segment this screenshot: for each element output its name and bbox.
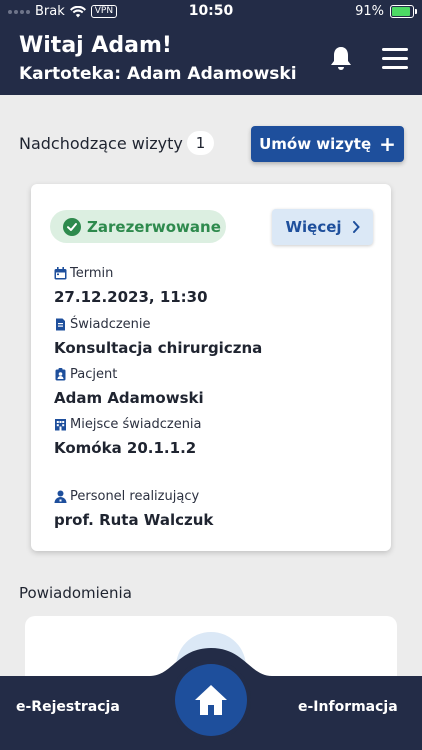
status-label: Zarezerwowane: [87, 217, 221, 236]
field-label-patient: Pacjent: [54, 367, 117, 382]
upcoming-count-badge: 1: [187, 131, 214, 155]
field-label-date: Termin: [54, 266, 113, 281]
location-label: Miejsce świadczenia: [70, 417, 202, 432]
nav-e-registration[interactable]: e-Rejestracja: [16, 699, 120, 715]
field-label-staff: Personel realizujący: [54, 489, 199, 504]
doctor-icon: [54, 490, 67, 503]
staff-value: prof. Ruta Walczuk: [54, 511, 214, 529]
service-label: Świadczenie: [70, 317, 151, 332]
bell-icon[interactable]: [327, 44, 355, 72]
date-value: 27.12.2023, 11:30: [54, 288, 208, 306]
notifications-title: Powiadomienia: [19, 584, 132, 602]
status-bar: Brak VPN 10:50 91%: [0, 0, 422, 24]
visit-card: Zarezerwowane Więcej Termin 27.12.2023, …: [31, 184, 391, 551]
service-value: Konsultacja chirurgiczna: [54, 339, 263, 357]
greeting-title: Witaj Adam!: [19, 33, 172, 58]
status-badge: Zarezerwowane: [50, 210, 226, 243]
app-header: Witaj Adam! Kartoteka: Adam Adamowski: [0, 24, 422, 95]
battery-percent: 91%: [355, 4, 384, 19]
calendar-icon: [54, 267, 67, 280]
patient-value: Adam Adamowski: [54, 389, 204, 407]
patient-badge-icon: [55, 368, 66, 381]
field-label-service: Świadczenie: [54, 317, 151, 332]
status-bar-right: 91%: [355, 4, 417, 19]
more-details-button[interactable]: Więcej: [272, 209, 373, 245]
more-details-label: Więcej: [285, 218, 342, 236]
patient-record-title: Kartoteka: Adam Adamowski: [19, 64, 297, 84]
bottom-navigation: e-Rejestracja e-Informacja: [0, 640, 422, 750]
field-label-location: Miejsce świadczenia: [54, 417, 202, 432]
book-visit-label: Umów wizytę: [259, 135, 372, 153]
patient-label: Pacjent: [70, 367, 118, 382]
home-button[interactable]: [175, 664, 247, 736]
plus-icon: +: [379, 132, 396, 156]
battery-icon: [390, 5, 417, 18]
location-value: Komóka 20.1.1.2: [54, 439, 197, 457]
nav-e-information[interactable]: e-Informacja: [298, 699, 398, 715]
date-label: Termin: [70, 266, 114, 281]
hamburger-menu-icon[interactable]: [382, 48, 408, 70]
upcoming-visits-title: Nadchodzące wizyty: [19, 134, 183, 153]
check-circle-icon: [63, 217, 81, 236]
book-visit-button[interactable]: Umów wizytę +: [251, 126, 404, 162]
home-icon: [195, 685, 227, 715]
staff-label: Personel realizujący: [70, 489, 200, 504]
building-icon: [55, 419, 66, 431]
document-icon: [56, 318, 65, 331]
chevron-right-icon: [352, 221, 360, 233]
